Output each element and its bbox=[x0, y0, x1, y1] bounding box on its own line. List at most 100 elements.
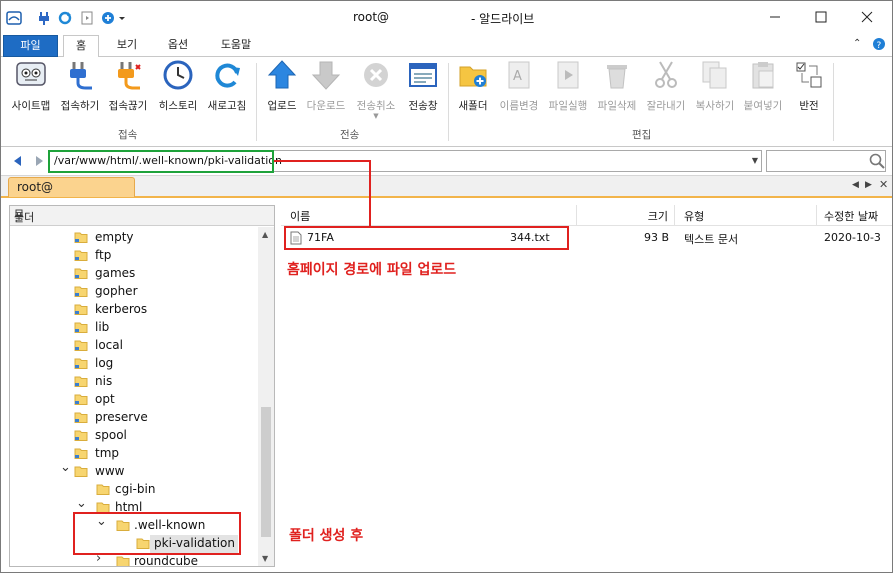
close-icon[interactable] bbox=[844, 1, 890, 33]
folder-icon bbox=[74, 340, 88, 351]
tree-item[interactable]: games bbox=[10, 265, 258, 283]
forward-icon[interactable] bbox=[32, 154, 46, 168]
copy-button[interactable]: 복사하기 bbox=[691, 59, 739, 115]
tab-view[interactable]: 보기 bbox=[111, 35, 143, 57]
download-button[interactable]: 다운로드 bbox=[304, 59, 348, 115]
svg-text:?: ? bbox=[877, 41, 882, 51]
tree-item[interactable]: lib bbox=[10, 319, 258, 337]
transfer-window-icon bbox=[407, 59, 439, 91]
tree-item[interactable]: ⌄ www bbox=[10, 460, 258, 481]
refresh-icon bbox=[211, 59, 243, 91]
search-input[interactable] bbox=[766, 150, 886, 172]
run-file-button[interactable]: 파일실행 bbox=[544, 59, 592, 115]
column-header-modified[interactable]: 수정한 날짜 bbox=[817, 205, 892, 226]
upload-button[interactable]: 업로드 bbox=[262, 59, 302, 115]
address-dropdown-icon[interactable]: ▼ bbox=[752, 156, 758, 165]
tab-close-icon[interactable]: ✕ bbox=[879, 178, 888, 191]
tab-file[interactable]: 파일 bbox=[3, 35, 58, 57]
column-header-size[interactable]: 크기 bbox=[577, 205, 675, 226]
tree-item-label: log bbox=[95, 356, 114, 370]
session-tab[interactable]: root@ bbox=[8, 177, 135, 197]
app-logo-icon[interactable] bbox=[5, 9, 22, 26]
history-button[interactable]: 히스토리 bbox=[153, 59, 203, 115]
connect-button[interactable]: 접속하기 bbox=[57, 59, 103, 115]
plug-icon bbox=[64, 59, 96, 91]
disconnect-button[interactable]: 접속끊기 bbox=[105, 59, 151, 115]
transfer-window-button[interactable]: 전송창 bbox=[403, 59, 443, 115]
folder-icon bbox=[74, 430, 88, 441]
ribbon-tabs: 파일 홈 보기 옵션 도움말 ⌃ ? bbox=[1, 33, 892, 58]
column-name-label: 이름 bbox=[290, 210, 311, 223]
tree-item[interactable]: log bbox=[10, 355, 258, 373]
tree-item-label: opt bbox=[95, 392, 115, 406]
search-icon[interactable] bbox=[869, 153, 885, 172]
tree-item[interactable]: › roundcube bbox=[10, 551, 258, 566]
tree-item[interactable]: preserve bbox=[10, 409, 258, 427]
upload-label: 업로드 bbox=[267, 100, 297, 112]
new-folder-button[interactable]: 새폴더 bbox=[454, 59, 492, 115]
scroll-down-icon[interactable]: ▼ bbox=[262, 554, 268, 563]
help-icon[interactable]: ? bbox=[872, 37, 886, 54]
sitemap-button[interactable]: 사이트맵 bbox=[7, 59, 55, 115]
tab-home[interactable]: 홈 bbox=[63, 35, 99, 58]
session-tab-label: root@ bbox=[17, 180, 54, 194]
folder-icon bbox=[116, 556, 130, 566]
customize-quick-icon[interactable] bbox=[100, 9, 128, 26]
refresh-button[interactable]: 새로고침 bbox=[204, 59, 250, 115]
tree-item-label: www bbox=[95, 464, 125, 478]
tree-item[interactable]: opt bbox=[10, 391, 258, 409]
tree-item[interactable]: ftp bbox=[10, 247, 258, 265]
invert-selection-button[interactable]: 반전 bbox=[790, 59, 828, 115]
trash-icon bbox=[601, 59, 633, 91]
run-file-icon bbox=[552, 59, 584, 91]
tree-item[interactable]: local bbox=[10, 337, 258, 355]
tree-item-label: gopher bbox=[95, 284, 138, 298]
tab-help[interactable]: 도움말 bbox=[213, 35, 259, 57]
column-header-name[interactable]: 이름 ⌃ bbox=[281, 205, 577, 226]
column-type-label: 유형 bbox=[684, 210, 705, 223]
pin-icon[interactable] bbox=[14, 209, 270, 223]
tab-scroll-right-icon[interactable]: ▶ bbox=[865, 180, 872, 190]
folder-icon bbox=[74, 376, 88, 387]
scrollbar-thumb[interactable] bbox=[261, 407, 271, 537]
maximize-icon[interactable] bbox=[798, 1, 844, 33]
tab-scroll-left-icon[interactable]: ◀ bbox=[852, 180, 859, 190]
connect-quick-icon[interactable] bbox=[35, 9, 52, 26]
tree-item-label: nis bbox=[95, 374, 113, 388]
tree-scrollbar[interactable]: ▲ ▼ bbox=[258, 227, 274, 566]
file-quick-icon[interactable] bbox=[78, 9, 95, 26]
rename-button[interactable]: A 이름변경 bbox=[495, 59, 543, 115]
tree-item[interactable]: cgi-bin bbox=[10, 481, 258, 499]
delete-file-button[interactable]: 파일삭제 bbox=[593, 59, 641, 115]
paste-button[interactable]: 붙여넣기 bbox=[739, 59, 787, 115]
tree-item[interactable]: tmp bbox=[10, 445, 258, 463]
column-header-type[interactable]: 유형 bbox=[675, 205, 817, 226]
upload-annotation: 홈페이지 경로에 파일 업로드 bbox=[287, 262, 457, 278]
download-label: 다운로드 bbox=[306, 100, 346, 112]
address-highlight-box bbox=[48, 150, 274, 173]
ribbon-separator bbox=[833, 63, 834, 141]
refresh-quick-icon[interactable] bbox=[56, 9, 73, 26]
tab-options[interactable]: 옵션 bbox=[161, 35, 195, 57]
cancel-transfer-button[interactable]: 전송취소 ▼ bbox=[352, 59, 400, 120]
expand-chevron-icon[interactable]: ⌄ bbox=[60, 460, 71, 475]
folder-icon bbox=[74, 358, 88, 369]
tree-item[interactable]: gopher bbox=[10, 283, 258, 301]
tree-item[interactable]: empty bbox=[10, 229, 258, 247]
cut-button[interactable]: 잘라내기 bbox=[642, 59, 690, 115]
expand-chevron-icon[interactable]: ⌄ bbox=[76, 496, 87, 511]
upload-arrow-icon bbox=[266, 59, 298, 91]
back-icon[interactable] bbox=[11, 154, 25, 168]
tree-item[interactable]: nis bbox=[10, 373, 258, 391]
tree-item[interactable]: kerberos bbox=[10, 301, 258, 319]
folder-annotation: 폴더 생성 후 bbox=[289, 528, 364, 544]
scroll-up-icon[interactable]: ▲ bbox=[262, 230, 268, 239]
tree-item-label: kerberos bbox=[95, 302, 148, 316]
run-file-label: 파일실행 bbox=[548, 100, 588, 112]
collapse-ribbon-icon[interactable]: ⌃ bbox=[853, 38, 861, 49]
tree-item[interactable]: spool bbox=[10, 427, 258, 445]
tree-item-label: lib bbox=[95, 320, 110, 334]
sitemap-label: 사이트맵 bbox=[11, 100, 51, 112]
minimize-icon[interactable] bbox=[752, 1, 798, 33]
paste-label: 붙여넣기 bbox=[743, 100, 783, 112]
